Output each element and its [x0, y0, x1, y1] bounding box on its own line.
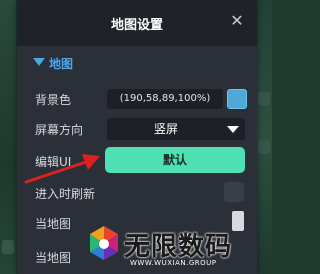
wuxian-logo-icon [90, 226, 118, 260]
red-arrow-icon [24, 154, 100, 184]
orientation-value: 竖屏 [153, 122, 178, 136]
chevron-down-icon [227, 126, 239, 133]
map-option-label: 当地图 [35, 251, 72, 265]
watermark-title: 无限数码 [124, 232, 233, 262]
color-swatch[interactable] [227, 89, 247, 109]
game-background-right [256, 0, 272, 274]
background-tile [258, 92, 270, 106]
refresh-on-enter-label: 进入时刷新 [35, 187, 96, 201]
section-header-map[interactable]: 地图 [17, 54, 257, 72]
orientation-select[interactable]: 竖屏 [107, 118, 245, 140]
map-option-toggle[interactable] [232, 211, 244, 231]
map-option-label: 当地图 [35, 217, 72, 231]
game-background-left [0, 0, 16, 274]
triangle-down-icon [33, 58, 45, 66]
dialog-title-bar: 地图设置 ✕ [17, 0, 257, 46]
background-tile [2, 240, 14, 254]
close-icon[interactable]: ✕ [227, 11, 247, 31]
background-color-input[interactable]: (190,58,89,100%) [107, 89, 223, 109]
default-button[interactable]: 默认 [105, 147, 245, 173]
section-label: 地图 [49, 57, 74, 71]
dialog-title: 地图设置 [110, 18, 163, 33]
watermark-url: WWW.WUXIAN.GROUP [130, 259, 217, 267]
background-tile [258, 140, 270, 154]
refresh-on-enter-checkbox[interactable] [224, 182, 244, 202]
background-color-label: 背景色 [35, 93, 72, 107]
orientation-label: 屏幕方向 [35, 123, 84, 137]
